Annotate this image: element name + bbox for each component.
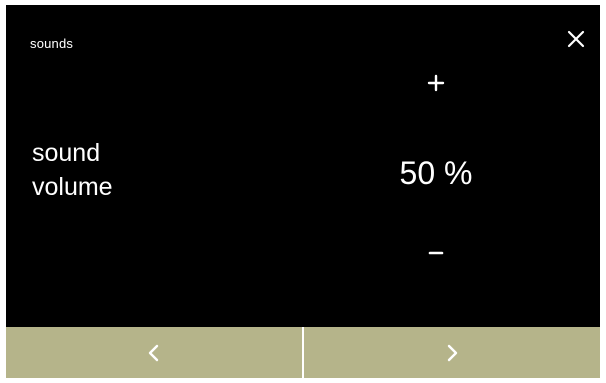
minus-icon [428, 251, 444, 255]
next-button[interactable] [302, 327, 600, 378]
decrease-volume-button[interactable] [418, 235, 454, 271]
chevron-right-icon [447, 344, 458, 361]
page-title: sounds [30, 36, 74, 51]
chevron-left-icon [148, 344, 159, 361]
setting-label-line1: sound [32, 139, 101, 167]
setting-label: sound volume [32, 136, 113, 204]
setting-label-line2: volume [32, 173, 113, 201]
volume-value: 50 % [399, 155, 473, 191]
close-button[interactable] [562, 25, 590, 53]
previous-button[interactable] [6, 327, 302, 378]
navigation-footer [6, 327, 600, 378]
settings-screen: sounds sound volume 50 % [6, 5, 600, 378]
plus-icon [427, 74, 445, 92]
close-icon [567, 30, 585, 48]
increase-volume-button[interactable] [418, 65, 454, 101]
